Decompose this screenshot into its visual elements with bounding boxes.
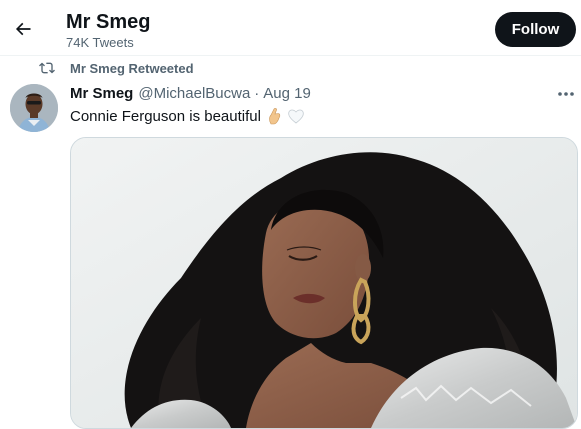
retweet-context: Mr Smeg Retweeted xyxy=(38,59,194,77)
tweet-media-photo[interactable] xyxy=(70,137,578,429)
arrow-left-icon xyxy=(15,22,31,36)
follow-button[interactable]: Follow xyxy=(495,12,576,47)
more-options-button[interactable] xyxy=(556,86,576,102)
pinched-fingers-emoji xyxy=(265,107,283,125)
retweet-icon xyxy=(38,60,58,76)
tweet-body: Connie Ferguson is beautiful xyxy=(70,107,305,125)
white-heart-emoji xyxy=(287,107,305,125)
tweet-count: 74K Tweets xyxy=(66,35,134,50)
tweet-separator: · xyxy=(254,85,260,102)
tweet-text: Connie Ferguson is beautiful xyxy=(70,107,261,125)
tweet-header: Mr Smeg @MichaelBucwa · Aug 19 xyxy=(70,85,311,105)
profile-header: Mr Smeg 74K Tweets Follow xyxy=(0,0,581,56)
avatar[interactable] xyxy=(10,84,58,132)
tweet-author-handle[interactable]: @MichaelBucwa xyxy=(138,85,250,102)
more-horizontal-icon xyxy=(558,92,574,96)
header-divider xyxy=(0,55,581,56)
back-button[interactable] xyxy=(6,12,40,46)
profile-name: Mr Smeg xyxy=(66,11,151,33)
retweet-label[interactable]: Mr Smeg Retweeted xyxy=(70,61,194,76)
tweet-author-name[interactable]: Mr Smeg xyxy=(70,85,133,102)
tweet-date[interactable]: Aug 19 xyxy=(263,85,311,102)
